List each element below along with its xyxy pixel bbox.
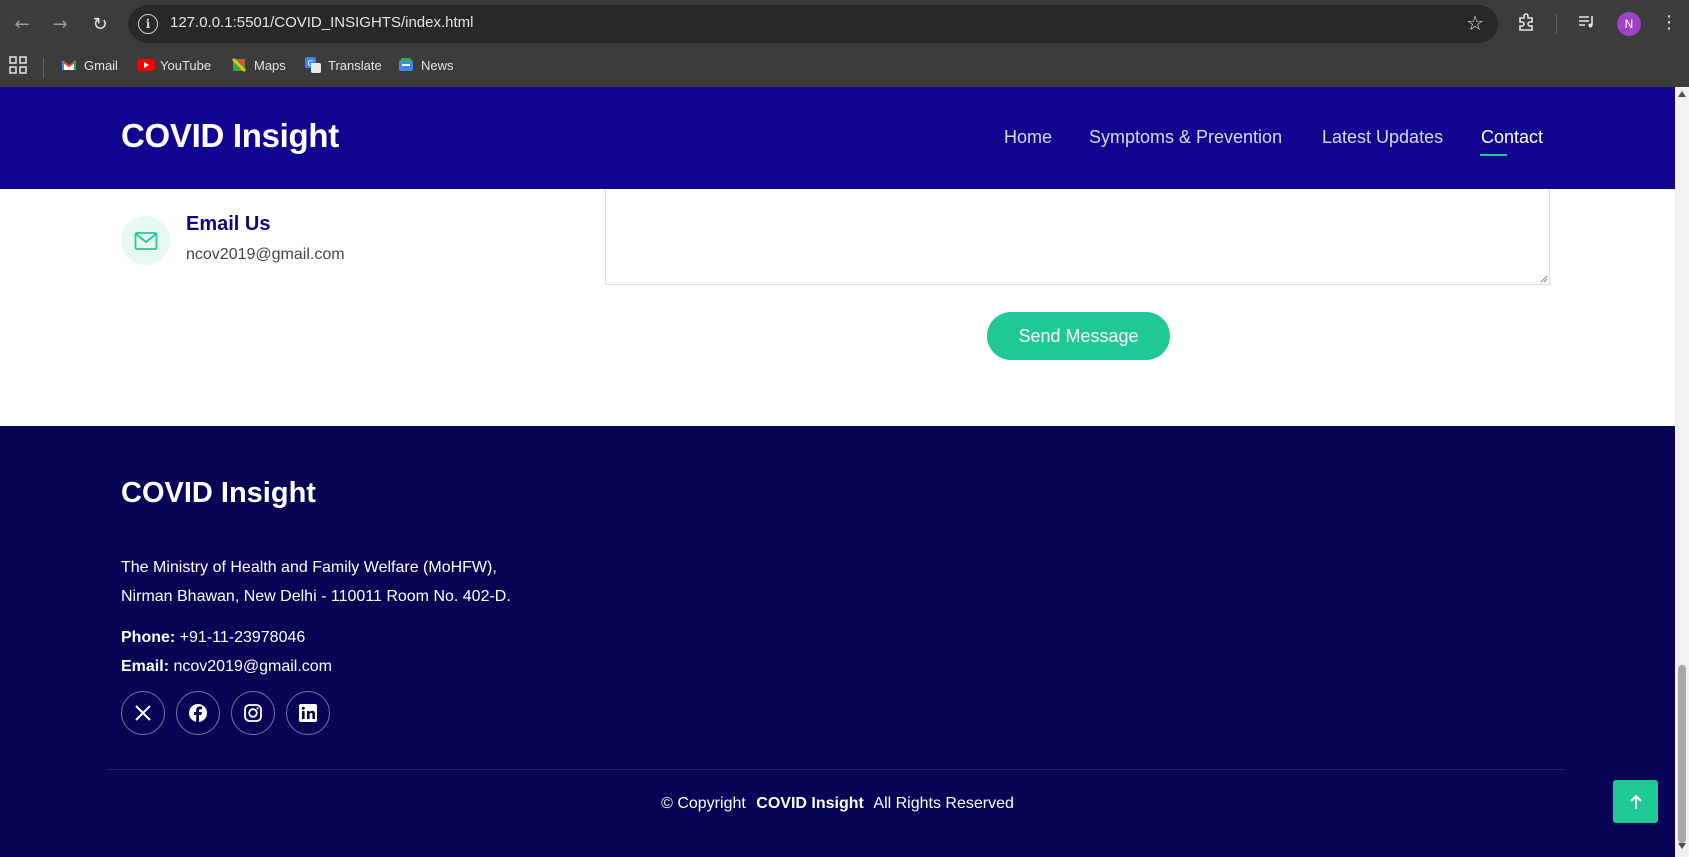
bookmark-label: News — [421, 57, 454, 73]
apps-grid-icon[interactable] — [9, 56, 27, 79]
phone-value: +91-11-23978046 — [179, 629, 306, 646]
resize-grip-icon[interactable] — [1538, 273, 1548, 283]
bookmark-gmail[interactable]: Gmail — [61, 57, 118, 73]
menu-kebab-icon[interactable]: ⋮ — [1660, 12, 1678, 33]
nav-home[interactable]: Home — [1004, 127, 1052, 148]
bookmark-maps[interactable]: Maps — [231, 57, 286, 73]
bookmark-label: Translate — [328, 57, 382, 73]
page-scrollbar[interactable] — [1675, 87, 1689, 857]
youtube-icon — [137, 57, 155, 73]
bookmarks-bar: Gmail YouTube Maps G Translate News — [0, 48, 1689, 87]
scroll-down-arrow-icon[interactable] — [1678, 843, 1686, 849]
footer-divider — [107, 769, 1563, 770]
reload-icon[interactable]: ↻ — [88, 12, 112, 36]
scrollbar-thumb[interactable] — [1678, 665, 1686, 843]
linkedin-link[interactable] — [286, 691, 330, 735]
site-logo[interactable]: COVID Insight — [121, 117, 339, 155]
toolbar-divider — [1556, 14, 1557, 34]
bookmark-label: Maps — [254, 57, 286, 73]
bookmark-youtube[interactable]: YouTube — [137, 57, 211, 73]
facebook-icon — [189, 704, 207, 722]
profile-avatar[interactable]: N — [1617, 12, 1641, 36]
envelope-icon — [134, 231, 157, 250]
bookmark-news[interactable]: News — [398, 57, 454, 73]
forward-arrow-icon[interactable]: → — [48, 12, 72, 36]
nav-contact[interactable]: Contact — [1481, 127, 1543, 148]
extensions-icon[interactable] — [1517, 12, 1537, 37]
browser-toolbar: ← → ↻ i 127.0.0.1:5501/COVID_INSIGHTS/in… — [0, 0, 1689, 48]
scroll-up-arrow-icon[interactable] — [1678, 91, 1686, 97]
x-icon — [135, 705, 151, 721]
bookmark-label: YouTube — [160, 57, 212, 73]
copyright-prefix: © Copyright — [661, 795, 746, 812]
gmail-icon — [61, 57, 77, 73]
url-text[interactable]: 127.0.0.1:5501/COVID_INSIGHTS/index.html — [170, 14, 473, 31]
back-arrow-icon[interactable]: ← — [10, 12, 34, 36]
footer-email: Email: ncov2019@gmail.com — [121, 658, 332, 676]
x-twitter-link[interactable] — [121, 691, 165, 735]
copyright-suffix: All Rights Reserved — [873, 795, 1014, 812]
email-label: Email: — [121, 658, 170, 675]
footer-phone: Phone: +91-11-23978046 — [121, 629, 305, 647]
news-icon — [398, 57, 414, 73]
bookmark-star-icon[interactable]: ☆ — [1466, 11, 1484, 35]
send-message-button[interactable]: Send Message — [987, 312, 1170, 360]
linkedin-icon — [299, 704, 317, 722]
translate-icon: G — [305, 57, 321, 73]
site-header: COVID Insight Home Symptoms & Prevention… — [0, 87, 1675, 189]
nav-symptoms-prevention[interactable]: Symptoms & Prevention — [1089, 127, 1282, 148]
email-us-value: ncov2019@gmail.com — [186, 246, 345, 263]
nav-latest-updates[interactable]: Latest Updates — [1322, 127, 1443, 148]
nav-active-underline — [1480, 154, 1507, 156]
arrow-up-icon — [1629, 794, 1642, 809]
message-textarea[interactable] — [605, 177, 1550, 285]
phone-label: Phone: — [121, 629, 176, 646]
site-info-icon[interactable]: i — [138, 14, 158, 34]
instagram-icon — [244, 704, 262, 722]
bookmark-translate[interactable]: G Translate — [305, 57, 382, 73]
footer-address-line1: The Ministry of Health and Family Welfar… — [121, 559, 497, 576]
copyright-brand: COVID Insight — [756, 795, 864, 812]
bookmark-label: Gmail — [84, 57, 118, 73]
page-viewport: Email Us ncov2019@gmail.com Send Message… — [0, 87, 1675, 857]
instagram-link[interactable] — [231, 691, 275, 735]
email-us-heading: Email Us — [186, 213, 271, 235]
media-control-icon[interactable] — [1577, 12, 1597, 37]
address-bar[interactable]: i 127.0.0.1:5501/COVID_INSIGHTS/index.ht… — [128, 5, 1498, 43]
svg-text:G: G — [308, 59, 314, 68]
email-icon-circle — [121, 216, 170, 265]
footer-logo: COVID Insight — [121, 477, 316, 509]
maps-icon — [231, 57, 247, 73]
facebook-link[interactable] — [176, 691, 220, 735]
footer-address-line2: Nirman Bhawan, New Delhi - 110011 Room N… — [121, 588, 511, 605]
copyright-text: © Copyright COVID Insight All Rights Res… — [0, 795, 1675, 813]
site-footer: COVID Insight The Ministry of Health and… — [0, 426, 1675, 857]
bookmarks-divider — [43, 58, 44, 78]
email-value: ncov2019@gmail.com — [173, 658, 333, 675]
back-to-top-button[interactable] — [1613, 780, 1658, 823]
